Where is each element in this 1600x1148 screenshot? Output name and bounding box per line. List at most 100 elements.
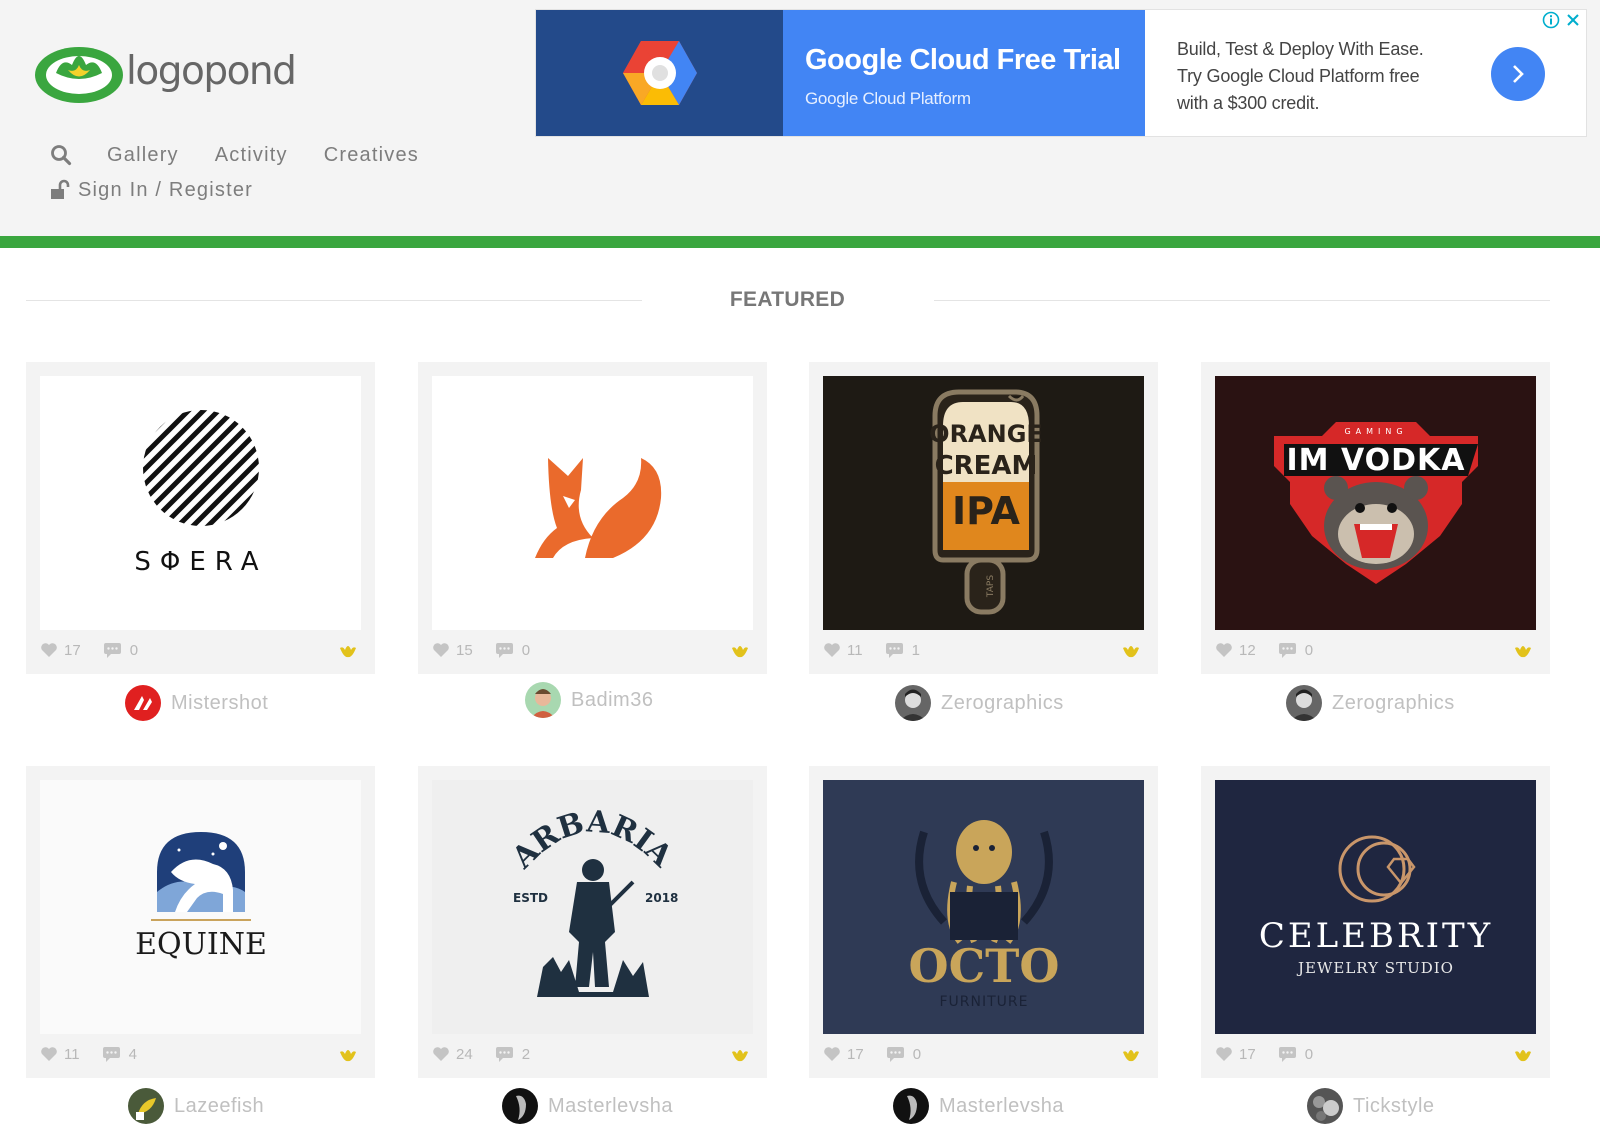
sphera-logo-image: SΦERA <box>134 410 259 577</box>
author-name[interactable]: Tickstyle <box>1353 1095 1435 1118</box>
author-name[interactable]: Lazeefish <box>174 1095 264 1118</box>
ad-info-icon[interactable] <box>1542 11 1560 29</box>
signin-register-link[interactable]: Sign In / Register <box>78 179 253 202</box>
comment-count: 0 <box>129 641 139 659</box>
lotus-fav-icon[interactable] <box>731 1045 749 1063</box>
card-author[interactable]: Lazeefish <box>128 1088 264 1124</box>
comment-count: 0 <box>912 1045 922 1063</box>
heart-icon[interactable] <box>1215 1046 1233 1062</box>
lock-icon <box>51 179 70 199</box>
google-cloud-ad[interactable]: Google Cloud Free Trial Google Cloud Pla… <box>535 9 1587 137</box>
like-count: 15 <box>456 641 473 659</box>
avatar[interactable] <box>1286 685 1322 721</box>
logo-card[interactable]: OCTO FURNITURE 17 0 <box>809 766 1158 1078</box>
logo-thumbnail[interactable]: SΦERA <box>40 376 361 630</box>
card-logo-text: IM VODKA <box>1286 443 1465 478</box>
author-name[interactable]: Zerographics <box>941 692 1064 715</box>
author-name[interactable]: Masterlevsha <box>939 1095 1064 1118</box>
logo-thumbnail[interactable]: BARBARIAN ESTD 2018 <box>432 780 753 1034</box>
logo-thumbnail[interactable]: EQUINE <box>40 780 361 1034</box>
avatar[interactable] <box>1307 1088 1343 1124</box>
avatar[interactable] <box>128 1088 164 1124</box>
card-author[interactable]: Mistershot <box>125 685 268 721</box>
featured-section-header: FEATURED <box>0 280 1600 320</box>
author-name[interactable]: Zerographics <box>1332 692 1455 715</box>
nav-activity[interactable]: Activity <box>215 144 288 167</box>
card-author[interactable]: Tickstyle <box>1307 1088 1435 1124</box>
card-author[interactable]: Zerographics <box>895 685 1064 721</box>
logo-thumbnail[interactable]: GAMING IM VODKA <box>1215 376 1536 630</box>
heart-icon[interactable] <box>40 1046 58 1062</box>
avatar[interactable] <box>525 682 561 718</box>
header-divider <box>0 236 1600 248</box>
logo-card[interactable]: BARBARIAN ESTD 2018 24 2 <box>418 766 767 1078</box>
logo-thumbnail[interactable] <box>432 376 753 630</box>
comment-icon[interactable] <box>495 642 514 658</box>
logo-card[interactable]: GAMING IM VODKA 12 0 <box>1201 362 1550 674</box>
avatar[interactable] <box>502 1088 538 1124</box>
lotus-fav-icon[interactable] <box>339 1045 357 1063</box>
author-name[interactable]: Badim36 <box>571 689 653 712</box>
nav-gallery[interactable]: Gallery <box>107 144 179 167</box>
comment-icon[interactable] <box>886 1046 905 1062</box>
comment-count: 0 <box>521 641 531 659</box>
lotus-fav-icon[interactable] <box>339 641 357 659</box>
comment-icon[interactable] <box>495 1046 514 1062</box>
heart-icon[interactable] <box>432 1046 450 1062</box>
comment-icon[interactable] <box>1278 1046 1297 1062</box>
card-author[interactable]: Badim36 <box>525 682 653 718</box>
card-author[interactable]: Masterlevsha <box>502 1088 673 1124</box>
heart-icon[interactable] <box>40 642 58 658</box>
lotus-fav-icon[interactable] <box>1514 1045 1532 1063</box>
card-author[interactable]: Masterlevsha <box>893 1088 1064 1124</box>
logo-thumbnail[interactable]: ORANGE CREAM IPA TAPS <box>823 376 1144 630</box>
celebrity-sub-text: JEWELRY STUDIO <box>1296 959 1454 977</box>
avatar[interactable] <box>125 685 161 721</box>
comment-icon[interactable] <box>103 642 122 658</box>
octo-logo-image: OCTO FURNITURE <box>908 820 1059 1010</box>
logo-card[interactable]: 15 0 <box>418 362 767 674</box>
heart-icon[interactable] <box>432 642 450 658</box>
avatar[interactable] <box>893 1088 929 1124</box>
lotus-fav-icon[interactable] <box>1122 641 1140 659</box>
ad-arrow-button[interactable] <box>1491 47 1545 101</box>
site-header: logopond Gallery Activity Creatives Sign… <box>0 0 1600 237</box>
vodka-top-text: GAMING <box>1344 427 1407 436</box>
like-count: 12 <box>1239 641 1256 659</box>
avatar[interactable] <box>895 685 931 721</box>
logo-card[interactable]: SΦERA 17 0 <box>26 362 375 674</box>
card-author[interactable]: Zerographics <box>1286 685 1455 721</box>
comment-icon[interactable] <box>1278 642 1297 658</box>
lotus-fav-icon[interactable] <box>1122 1045 1140 1063</box>
lotus-fav-icon[interactable] <box>731 641 749 659</box>
logo-card[interactable]: CELEBRITY JEWELRY STUDIO 17 0 <box>1201 766 1550 1078</box>
heart-icon[interactable] <box>823 1046 841 1062</box>
lotus-fav-icon[interactable] <box>1514 641 1532 659</box>
heart-icon[interactable] <box>823 642 841 658</box>
ipa-popsicle-logo-image: ORANGE CREAM IPA TAPS <box>929 389 1042 615</box>
logo-card[interactable]: ORANGE CREAM IPA TAPS 11 1 <box>809 362 1158 674</box>
ad-title-pane[interactable]: Google Cloud Free Trial Google Cloud Pla… <box>783 10 1145 136</box>
im-vodka-logo-image: GAMING IM VODKA <box>1273 422 1478 584</box>
card-stats: 17 0 <box>40 639 361 661</box>
comment-icon[interactable] <box>885 642 904 658</box>
author-name[interactable]: Mistershot <box>171 692 268 715</box>
author-name[interactable]: Masterlevsha <box>548 1095 673 1118</box>
ad-title[interactable]: Google Cloud Free Trial <box>805 44 1145 77</box>
like-count: 17 <box>847 1045 864 1063</box>
close-icon[interactable] <box>1564 11 1582 29</box>
logo-thumbnail[interactable]: CELEBRITY JEWELRY STUDIO <box>1215 780 1536 1034</box>
search-icon[interactable] <box>50 144 72 166</box>
octo-sub-text: FURNITURE <box>939 994 1028 1010</box>
comment-icon[interactable] <box>102 1046 121 1062</box>
main-nav: Gallery Activity Creatives Sign In / Reg… <box>50 140 419 205</box>
logo-card[interactable]: EQUINE 11 4 <box>26 766 375 1078</box>
card-stats: 24 2 <box>432 1043 753 1065</box>
fox-logo-image <box>534 458 661 558</box>
celebrity-logo-image: CELEBRITY JEWELRY STUDIO <box>1258 835 1490 977</box>
heart-icon[interactable] <box>1215 642 1233 658</box>
logo-thumbnail[interactable]: OCTO FURNITURE <box>823 780 1144 1034</box>
nav-creatives[interactable]: Creatives <box>324 144 419 167</box>
card-logo-text: BARBARIAN <box>483 792 679 876</box>
site-logo[interactable]: logopond <box>32 38 332 108</box>
